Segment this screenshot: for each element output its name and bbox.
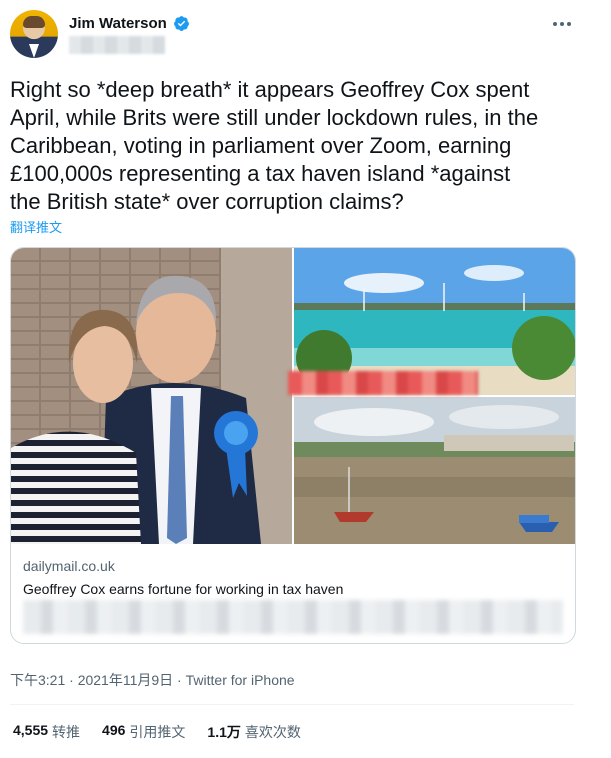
timestamp-separator: · (65, 672, 78, 688)
author-handle-redacted (69, 36, 165, 54)
quotes-stat[interactable]: 496 引用推文 (102, 722, 185, 742)
retweets-label: 转推 (52, 724, 81, 740)
verified-badge-icon (173, 15, 190, 32)
tweet-date[interactable]: 2021年11月9日 (78, 672, 173, 688)
card-photo-harbour (294, 397, 575, 544)
quotes-count: 496 (102, 722, 126, 738)
link-preview-card[interactable]: dailymail.co.uk Geoffrey Cox earns fortu… (10, 247, 576, 644)
card-image-grid (11, 248, 575, 544)
tweet-page: Jim Waterson Right so *deep breath* it a… (0, 0, 611, 758)
likes-label: 喜欢次数 (244, 724, 301, 740)
redacted-caption-bar (288, 371, 478, 395)
retweets-count: 4,555 (13, 722, 49, 738)
card-title: Geoffrey Cox earns fortune for working i… (23, 581, 344, 597)
likes-count: 1.1万 (207, 724, 241, 740)
more-options-icon[interactable] (548, 14, 576, 34)
tweet-stats: 4,555 转推 496 引用推文 1.1万 喜欢次数 (13, 722, 301, 742)
timestamp-separator-2: · (173, 672, 186, 688)
tweet-source[interactable]: Twitter for iPhone (186, 672, 295, 688)
retweets-stat[interactable]: 4,555 转推 (13, 722, 80, 742)
tweet-timestamp: 下午3:21 · 2021年11月9日 · Twitter for iPhone (10, 670, 295, 690)
card-domain: dailymail.co.uk (23, 558, 115, 574)
avatar-collar (29, 44, 39, 58)
avatar-hair (23, 16, 45, 28)
stats-divider (10, 704, 574, 705)
likes-stat[interactable]: 1.1万 喜欢次数 (207, 722, 300, 742)
author-name-row: Jim Waterson (69, 15, 190, 32)
card-photo-couple (11, 248, 292, 544)
tweet-text: Right so *deep breath* it appears Geoffr… (10, 77, 539, 214)
translate-tweet-link[interactable]: 翻译推文 (10, 217, 62, 236)
card-description-redacted (23, 600, 563, 634)
avatar[interactable] (10, 10, 58, 58)
tweet-time[interactable]: 下午3:21 (10, 672, 65, 688)
author-display-name[interactable]: Jim Waterson (69, 15, 167, 32)
quotes-label: 引用推文 (129, 724, 186, 740)
